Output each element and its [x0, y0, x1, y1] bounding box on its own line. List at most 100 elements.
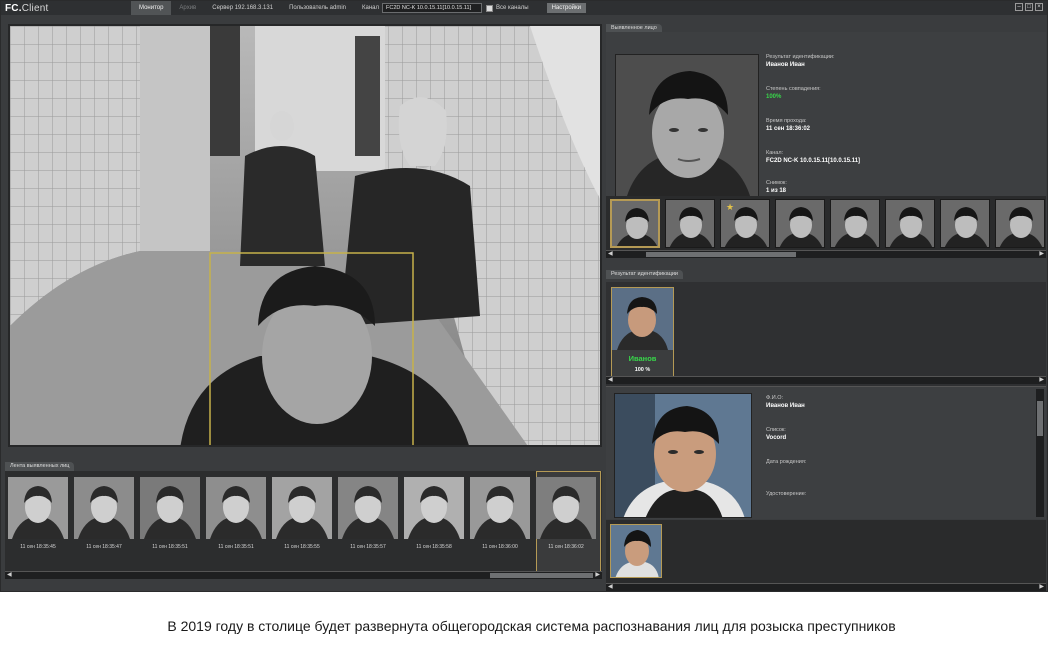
top-bar: FC.Client Монитор Архив Сервер 192.168.3… [1, 1, 1047, 15]
result-info: Результат идентификации: Иванов Иван [766, 54, 835, 68]
frames-left-icon[interactable]: ◀ [608, 250, 613, 257]
time-info: Время прохода: 11 сен 18:36:02 [766, 118, 810, 132]
snapshot-frame[interactable] [665, 199, 715, 248]
face-thumb-time: 11 сен 18:35:51 [152, 544, 188, 550]
all-channels-checkbox[interactable] [486, 4, 494, 12]
detected-face-panel: Результат идентификации: Иванов Иван Сте… [606, 32, 1046, 210]
all-channels-label: Все каналы [496, 5, 529, 11]
snapshot-frame[interactable] [775, 199, 825, 248]
close-icon[interactable]: × [1035, 3, 1043, 11]
tab-archive[interactable]: Архив [171, 1, 204, 15]
face-thumb-time: 11 сен 18:35:45 [20, 544, 56, 550]
person-card-panel: Ф.И.О: Иванов Иван Список: Vocord Дата р… [606, 386, 1046, 519]
ident-scrollbar[interactable]: ◀ ▶ [606, 376, 1046, 384]
snapshot-frame[interactable] [995, 199, 1045, 248]
birth-label: Дата рождения: [766, 459, 807, 465]
scroll-right-icon[interactable]: ▶ [595, 571, 600, 578]
face-thumb[interactable] [470, 477, 530, 539]
match-name: Иванов [628, 354, 657, 363]
person-scroll-knob[interactable] [1037, 401, 1043, 436]
match-info: Степень совпадения: 100% [766, 86, 821, 100]
snapshot-frame[interactable] [830, 199, 880, 248]
face-thumb[interactable] [338, 477, 398, 539]
birth-info: Дата рождения: [766, 459, 806, 465]
strip-scrollbar[interactable]: ◀ ▶ [5, 571, 602, 579]
frames-scrollbar[interactable]: ◀ ▶ [606, 250, 1046, 258]
right-panel: Выявленное лицо Результат идентификации:… [606, 20, 1046, 592]
svg-text:★: ★ [726, 203, 734, 213]
face-thumb-time: 11 сен 18:35:58 [416, 544, 452, 550]
detected-face-image [615, 54, 759, 198]
face-thumb-time: 11 сен 18:36:02 [548, 544, 584, 550]
face-thumb[interactable] [8, 477, 68, 539]
face-thumb[interactable] [206, 477, 266, 539]
ident-left-icon[interactable]: ◀ [608, 376, 613, 383]
server-label: Сервер 192.168.3.131 [212, 5, 274, 11]
face-thumb[interactable] [404, 477, 464, 539]
minimize-icon[interactable]: – [1015, 3, 1023, 11]
face-thumb-time: 11 сен 18:35:55 [284, 544, 320, 550]
snapshot-frame[interactable] [940, 199, 990, 248]
list-info: Список: Vocord [766, 427, 786, 441]
id-info: Удостоверение: [766, 491, 806, 497]
result-value: Иванов Иван [766, 62, 805, 68]
fio-value: Иванов Иван [766, 403, 805, 409]
snapshot-info: Снимок: 1 из 18 [766, 180, 787, 194]
result-label: Результат идентификации: [766, 54, 835, 60]
match-photo [612, 288, 673, 350]
reference-photo [614, 393, 752, 518]
fio-info: Ф.И.О: Иванов Иван [766, 395, 805, 409]
snapshot-label: Снимок: [766, 180, 787, 186]
identification-panel: Иванов 100 % ◀ ▶ [606, 282, 1046, 386]
channel-info-label: Канал: [766, 150, 784, 156]
app-logo: FC.Client [5, 2, 49, 14]
face-thumb[interactable] [140, 477, 200, 539]
fio-label: Ф.И.О: [766, 395, 783, 401]
reference-thumb[interactable] [610, 524, 662, 578]
face-thumb-time: 11 сен 18:35:47 [86, 544, 122, 550]
face-thumb-time: 11 сен 18:35:57 [350, 544, 386, 550]
ident-right-icon[interactable]: ▶ [1039, 376, 1044, 383]
match-card[interactable]: Иванов 100 % [611, 287, 674, 378]
user-label: Пользователь admin [289, 5, 347, 11]
frames-scroll-knob[interactable] [646, 252, 796, 257]
ref-right-icon[interactable]: ▶ [1039, 583, 1044, 590]
channel-select[interactable]: FC2D NC-K 10.0.15.11[10.0.15.11] [382, 3, 483, 13]
scroll-left-icon[interactable]: ◀ [7, 571, 12, 578]
snapshot-frame[interactable] [610, 199, 660, 248]
time-label: Время прохода: [766, 118, 807, 124]
fc-client-window: FC.Client Монитор Архив Сервер 192.168.3… [0, 0, 1048, 592]
match-percent: 100 % [634, 367, 651, 373]
strip-header: Лента выявленных лиц [5, 462, 75, 471]
detected-faces-strip: 11 сен 18:35:45 11 сен 18:35:47 11 сен 18:… [5, 471, 602, 579]
frames-right-icon[interactable]: ▶ [1039, 250, 1044, 257]
face-thumb[interactable] [272, 477, 332, 539]
face-thumb-time: 11 сен 18:36:00 [482, 544, 518, 550]
ref-left-icon[interactable]: ◀ [608, 583, 613, 590]
match-value: 100% [766, 94, 782, 100]
camera-video-view[interactable] [8, 24, 602, 447]
snapshot-frame[interactable] [885, 199, 935, 248]
snapshot-frames: ★ ◀ ▶ [606, 196, 1046, 258]
settings-button[interactable]: Настройки [546, 3, 587, 13]
face-thumb[interactable] [74, 477, 134, 539]
maximize-icon[interactable]: □ [1025, 3, 1033, 11]
strip-scroll-knob[interactable] [490, 573, 593, 578]
reference-strip: ◀ ▶ [606, 520, 1046, 592]
face-thumb[interactable] [536, 477, 596, 539]
snapshot-frame[interactable]: ★ [720, 199, 770, 248]
window-controls: – □ × [1015, 3, 1043, 11]
channel-info: Канал: FC2D NC-K 10.0.15.11[10.0.15.11] [766, 150, 860, 164]
match-label: Степень совпадения: [766, 86, 821, 92]
channel-info-value: FC2D NC-K 10.0.15.11[10.0.15.11] [766, 158, 861, 164]
tab-monitor[interactable]: Монитор [131, 1, 172, 15]
identification-header: Результат идентификации [606, 270, 683, 279]
reference-scrollbar[interactable]: ◀ ▶ [606, 583, 1046, 591]
id-label: Удостоверение: [766, 491, 807, 497]
snapshot-value: 1 из 18 [766, 188, 787, 194]
list-value: Vocord [766, 435, 787, 441]
person-scrollbar[interactable] [1036, 389, 1044, 517]
time-value: 11 сен 18:36:02 [766, 126, 810, 132]
face-thumb-time: 11 сен 18:35:51 [218, 544, 254, 550]
list-label: Список: [766, 427, 786, 433]
